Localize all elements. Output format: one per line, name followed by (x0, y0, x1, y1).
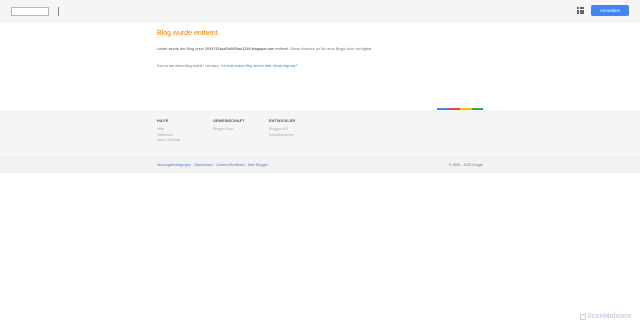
message-prefix: Leider wurde der Blog unter (157, 47, 205, 51)
message-suffix: Diese Adresse ist für neue Blogs nicht v… (289, 47, 373, 51)
logo-divider (58, 7, 59, 16)
terms-link[interactable]: Nutzungsbedingungen (157, 163, 191, 167)
color-bar-red (448, 108, 460, 110)
footer-column-help: HILFE Hilfe Hilfeforum Video-Tutorials (157, 119, 180, 144)
watermark-icon (580, 313, 586, 320)
owner-help-text: Hast du hier deinen Blog erstellt? Lies … (157, 64, 298, 68)
color-bar-green (471, 108, 483, 110)
blog-host: 2034792zip00d002tsu1249.blogspot.com (204, 47, 275, 51)
footer-heading-community: GEMEINSCHAFT (213, 119, 245, 123)
footer-column-community: GEMEINSCHAFT Blogger-Buzz (213, 119, 245, 133)
signin-button[interactable]: Anmelden (591, 5, 629, 16)
page-title: Blog wurde entfernt. (157, 30, 220, 37)
color-bar-blue (437, 108, 449, 110)
blogger-logo[interactable] (11, 7, 49, 16)
top-bar: Anmelden (0, 0, 640, 22)
about-blogger-link[interactable]: Über Blogger (248, 163, 268, 167)
watermark-text: ScanMalware (587, 313, 632, 320)
footer-heading-help: HILFE (157, 119, 169, 123)
footer-link-blogger-buzz[interactable]: Blogger-Buzz (213, 127, 245, 133)
owner-help-link[interactable]: "Ich finde meinen Blog nicht im Web. Wor… (220, 64, 298, 68)
footer-column-developers: ENTWICKLER Blogger-API Entwicklerforum (269, 119, 295, 138)
color-bar-yellow (460, 108, 472, 110)
apps-grid-icon[interactable] (577, 7, 584, 14)
bottom-bar: Nutzungsbedingungen·Datenschutz·Content-… (0, 157, 640, 173)
owner-text: Hast du hier deinen Blog erstellt? Lies … (157, 64, 221, 68)
footer-link-video-tutorials[interactable]: Video-Tutorials (157, 138, 180, 144)
message-mid: entfernt. (274, 47, 290, 51)
scanmalware-watermark: ScanMalware (580, 313, 631, 320)
footer-heading-developers: ENTWICKLER (269, 119, 296, 123)
content-policy-link[interactable]: Content-Richtlinien (216, 163, 245, 167)
google-color-bar (437, 108, 483, 110)
privacy-link[interactable]: Datenschutz (194, 163, 213, 167)
removed-message: Leider wurde der Blog unter 2034792zip00… (157, 47, 372, 51)
legal-links: Nutzungsbedingungen·Datenschutz·Content-… (157, 163, 268, 167)
footer-link-developer-forum[interactable]: Entwicklerforum (269, 133, 295, 139)
copyright: © 1999 – 2023 Google (448, 163, 483, 167)
